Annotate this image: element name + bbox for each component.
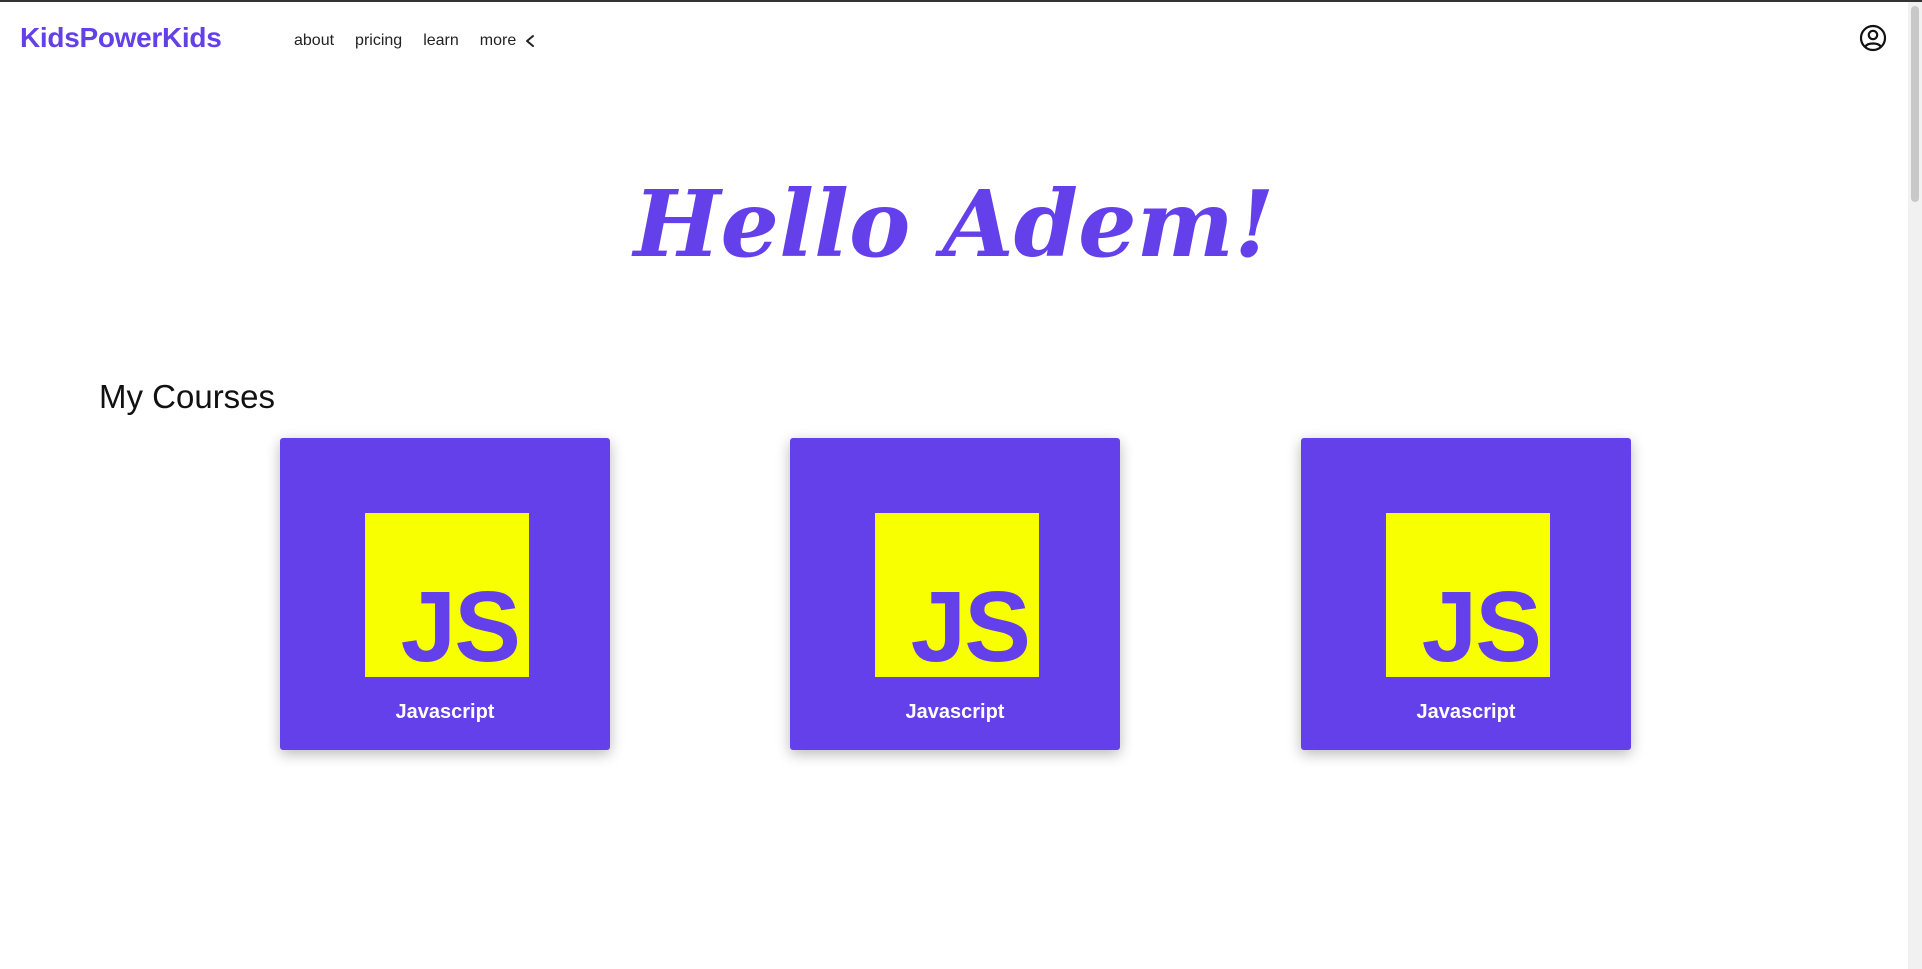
course-label: Javascript xyxy=(905,701,1005,723)
course-card[interactable]: JS Javascript xyxy=(790,438,1120,750)
nav-more-label: more xyxy=(479,32,517,49)
account-circle-icon[interactable] xyxy=(1859,24,1887,52)
navbar: KidsPowerKids about pricing learn more xyxy=(0,2,1900,78)
nav-link-pricing[interactable]: pricing xyxy=(355,32,402,50)
javascript-logo-icon: JS xyxy=(1386,513,1550,677)
javascript-logo-icon: JS xyxy=(875,513,1039,677)
nav-links: about pricing learn more xyxy=(294,32,536,50)
nav-link-about[interactable]: about xyxy=(294,32,334,50)
javascript-logo-icon: JS xyxy=(365,513,529,677)
course-card[interactable]: JS Javascript xyxy=(1301,438,1631,750)
scrollbar-thumb[interactable] xyxy=(1911,6,1919,202)
my-courses-title: My Courses xyxy=(99,378,276,415)
nav-link-learn[interactable]: learn xyxy=(423,32,459,50)
page-scrollbar[interactable] xyxy=(1908,2,1922,969)
greeting-heading: Hello Adem! xyxy=(633,170,1275,278)
course-label: Javascript xyxy=(395,701,495,723)
course-label: Javascript xyxy=(1416,701,1516,723)
course-card[interactable]: JS Javascript xyxy=(280,438,610,750)
logo[interactable]: KidsPowerKids xyxy=(20,22,222,54)
chevron-left-icon xyxy=(526,35,535,47)
nav-more-dropdown[interactable]: more xyxy=(480,32,536,50)
